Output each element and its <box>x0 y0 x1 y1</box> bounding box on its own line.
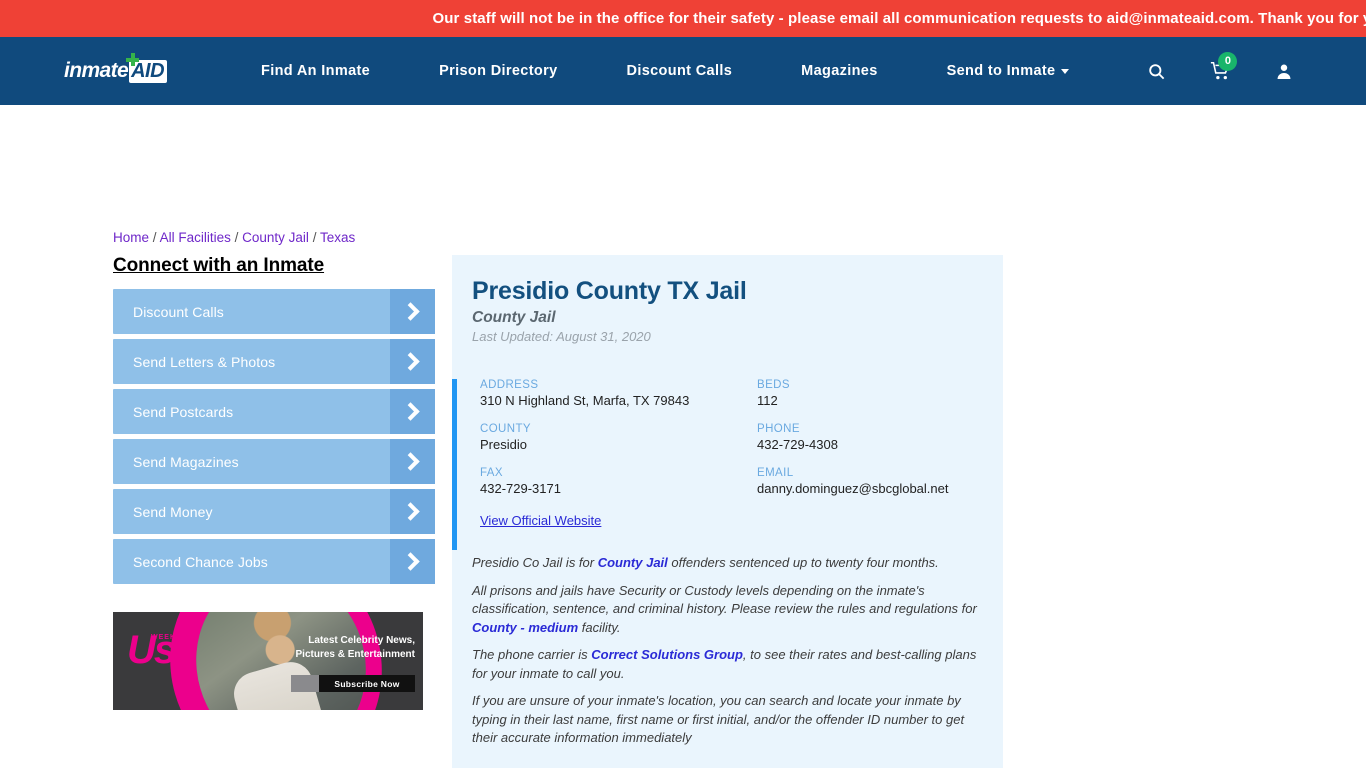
site-alert-banner: Our staff will not be in the office for … <box>0 0 1366 37</box>
detail-value: 112 <box>757 393 778 408</box>
user-account-icon[interactable] <box>1275 62 1293 81</box>
logo-text-inmate: inmate <box>64 59 129 82</box>
detail-email: EMAIL danny.dominguez@sbcglobal.net <box>757 467 1003 496</box>
site-alert-text: Our staff will not be in the office for … <box>432 10 1366 27</box>
sidebar-item-label: Second Chance Jobs <box>133 553 268 570</box>
description-paragraph-1: Presidio Co Jail is for County Jail offe… <box>472 554 983 573</box>
detail-beds: BEDS 112 <box>757 379 1003 408</box>
page-body: Home / All Facilities / County Jail / Te… <box>0 105 1366 768</box>
last-updated-text: Last Updated: August 31, 2020 <box>472 329 651 344</box>
chevron-right-icon <box>390 539 435 584</box>
detail-label: PHONE <box>757 423 800 435</box>
cart-count-badge: 0 <box>1218 51 1238 71</box>
chevron-right-icon <box>390 339 435 384</box>
desc-link-county-jail[interactable]: County Jail <box>598 555 668 570</box>
desc-p2-text-a: All prisons and jails have Security or C… <box>472 582 977 617</box>
facility-card-header: Presidio County TX Jail County Jail Last… <box>452 277 1003 344</box>
site-logo[interactable]: inmate AID <box>64 53 199 86</box>
detail-value: 310 N Highland St, Marfa, TX 79843 <box>480 393 690 408</box>
desc-link-correct-solutions-group[interactable]: Correct Solutions Group <box>591 647 743 662</box>
sidebar-item-label: Send Postcards <box>133 403 234 420</box>
desc-p3-text-a: The phone carrier is <box>472 647 592 662</box>
chevron-right-icon <box>390 389 435 434</box>
sidebar-item-send-letters-photos[interactable]: Send Letters & Photos <box>113 339 435 384</box>
nav-links: Find An Inmate Prison Directory Discount… <box>261 55 1070 87</box>
sidebar-item-discount-calls[interactable]: Discount Calls <box>113 289 435 334</box>
desc-p2-text-b: facility. <box>578 619 621 635</box>
detail-accent-bar <box>452 379 457 550</box>
breadcrumb-item-texas[interactable]: Texas <box>320 230 355 245</box>
description-paragraph-4: If you are unsure of your inmate's locat… <box>472 693 965 745</box>
ad-subscribe-button[interactable]: Subscribe Now <box>319 675 415 692</box>
nav-item-find-an-inmate[interactable]: Find An Inmate <box>261 55 370 87</box>
breadcrumb-item-county-jail[interactable]: County Jail <box>242 230 309 245</box>
sidebar-item-label: Send Letters & Photos <box>133 353 276 370</box>
desc-p1-text-b: offenders sentenced up to twenty four mo… <box>667 555 939 570</box>
chevron-right-icon <box>390 289 435 334</box>
facility-details-grid: ADDRESS 310 N Highland St, Marfa, TX 798… <box>480 379 1003 496</box>
sidebar: Connect with an Inmate Discount Calls Se… <box>113 255 435 589</box>
sidebar-item-send-magazines[interactable]: Send Magazines <box>113 439 435 484</box>
sidebar-item-send-postcards[interactable]: Send Postcards <box>113 389 435 434</box>
detail-label: EMAIL <box>757 467 794 479</box>
facility-details: ADDRESS 310 N Highland St, Marfa, TX 798… <box>452 379 1003 554</box>
detail-label: FAX <box>480 467 503 479</box>
detail-county: COUNTY Presidio <box>480 423 757 452</box>
detail-label: ADDRESS <box>480 379 539 391</box>
chevron-right-icon <box>390 489 435 534</box>
facility-description: Presidio Co Jail is for County Jail offe… <box>452 554 1003 768</box>
description-paragraph-3: The phone carrier is Correct Solutions G… <box>472 646 983 683</box>
sidebar-item-send-money[interactable]: Send Money <box>113 489 435 534</box>
detail-label: BEDS <box>757 379 790 391</box>
sidebar-item-label: Send Magazines <box>133 453 239 470</box>
nav-item-send-to-inmate-label: Send to Inmate <box>946 63 1056 79</box>
nav-icons: 0 <box>1147 51 1293 82</box>
ad-cta-shade <box>291 675 319 692</box>
detail-value: 432-729-4308 <box>757 437 838 452</box>
breadcrumb-separator: / <box>312 230 317 245</box>
detail-label: COUNTY <box>480 423 531 435</box>
detail-phone: PHONE 432-729-4308 <box>757 423 1003 452</box>
ad-copy-text: Latest Celebrity News, Pictures & Entert… <box>295 635 415 660</box>
chevron-right-icon <box>390 439 435 484</box>
detail-value: 432-729-3171 <box>480 481 561 496</box>
breadcrumb: Home / All Facilities / County Jail / Te… <box>113 230 355 245</box>
facility-card: Presidio County TX Jail County Jail Last… <box>452 255 1003 768</box>
breadcrumb-separator: / <box>152 230 157 245</box>
nav-item-magazines[interactable]: Magazines <box>801 55 877 87</box>
sidebar-item-label: Send Money <box>133 503 213 520</box>
sidebar-advertisement[interactable]: Us WEEKLY Latest Celebrity News, Picture… <box>113 612 423 710</box>
sidebar-item-label: Discount Calls <box>133 303 224 320</box>
main-navbar: inmate AID Find An Inmate Prison Directo… <box>0 37 1366 105</box>
desc-link-county-medium[interactable]: County - medium <box>472 620 578 635</box>
breadcrumb-separator: / <box>234 230 239 245</box>
detail-address: ADDRESS 310 N Highland St, Marfa, TX 798… <box>480 379 757 408</box>
chevron-down-icon <box>1061 68 1070 74</box>
cart-icon[interactable]: 0 <box>1210 51 1238 82</box>
sidebar-item-second-chance-jobs[interactable]: Second Chance Jobs <box>113 539 435 584</box>
desc-p1-text-a: Presidio Co Jail is for <box>472 555 598 570</box>
search-icon[interactable] <box>1147 62 1166 81</box>
detail-fax: FAX 432-729-3171 <box>480 467 757 496</box>
sidebar-heading: Connect with an Inmate <box>113 255 325 276</box>
detail-value: Presidio <box>480 437 527 452</box>
ad-brand-logo-sub: WEEKLY <box>151 634 187 641</box>
nav-item-discount-calls[interactable]: Discount Calls <box>627 55 733 87</box>
breadcrumb-item-home[interactable]: Home <box>113 230 149 245</box>
facility-type: County Jail <box>472 309 556 326</box>
nav-item-prison-directory[interactable]: Prison Directory <box>439 55 557 87</box>
nav-item-send-to-inmate[interactable]: Send to Inmate <box>947 55 1070 87</box>
page-title: Presidio County TX Jail <box>472 277 747 305</box>
breadcrumb-item-all-facilities[interactable]: All Facilities <box>160 230 231 245</box>
view-official-website-link[interactable]: View Official Website <box>480 513 601 528</box>
medical-cross-icon <box>126 53 139 66</box>
detail-value: danny.dominguez@sbcglobal.net <box>757 481 949 496</box>
description-paragraph-2: All prisons and jails have Security or C… <box>472 582 983 638</box>
